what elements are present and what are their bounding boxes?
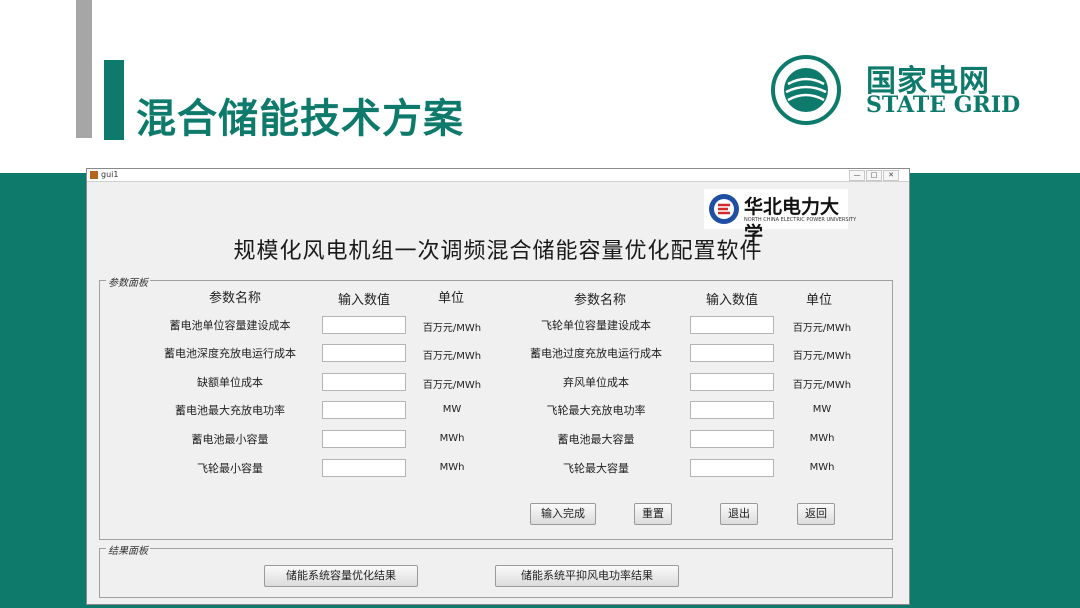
close-button[interactable]: ✕ bbox=[883, 170, 899, 181]
right-param-unit: MW bbox=[812, 404, 832, 415]
right-param-label: 飞轮最大容量 bbox=[563, 462, 629, 475]
right-param-input[interactable] bbox=[690, 344, 774, 362]
right-param-input[interactable] bbox=[690, 401, 774, 419]
maximize-button[interactable]: □ bbox=[866, 170, 882, 181]
right-param-input[interactable] bbox=[690, 316, 774, 334]
result-panel: 结果面板 储能系统容量优化结果 储能系统平抑风电功率结果 bbox=[99, 542, 893, 598]
right-param-input[interactable] bbox=[690, 373, 774, 391]
right-param-input[interactable] bbox=[690, 430, 774, 448]
university-emblem-icon bbox=[709, 194, 739, 224]
left-param-label: 缺额单位成本 bbox=[197, 376, 263, 389]
header-value-right: 输入数值 bbox=[705, 293, 758, 308]
header-param-name-right: 参数名称 bbox=[573, 293, 626, 308]
app-title: 规模化风电机组一次调频混合储能容量优化配置软件 bbox=[233, 239, 763, 264]
exit-button[interactable]: 退出 bbox=[720, 503, 758, 525]
right-param-unit: 百万元/MWh bbox=[792, 351, 852, 362]
teal-accent-bar bbox=[104, 60, 124, 140]
back-button[interactable]: 返回 bbox=[797, 503, 835, 525]
header-value-left: 输入数值 bbox=[337, 293, 390, 308]
left-param-label: 蓄电池最大充放电功率 bbox=[175, 404, 285, 417]
state-grid-logo-icon bbox=[771, 55, 841, 125]
left-param-unit: 百万元/MWh bbox=[422, 351, 482, 362]
left-param-label: 蓄电池最小容量 bbox=[191, 433, 269, 446]
left-param-label: 蓄电池深度充放电运行成本 bbox=[164, 347, 296, 360]
university-logo: 华北电力大学 NORTH CHINA ELECTRIC POWER UNIVER… bbox=[704, 189, 856, 245]
minimize-button[interactable]: — bbox=[849, 170, 865, 181]
header-unit-left: 单位 bbox=[437, 291, 464, 306]
right-param-unit: MWh bbox=[809, 433, 835, 444]
left-param-input[interactable] bbox=[322, 316, 406, 334]
left-param-input[interactable] bbox=[322, 373, 406, 391]
reset-button[interactable]: 重置 bbox=[634, 503, 672, 525]
left-param-label: 飞轮最小容量 bbox=[197, 462, 263, 475]
right-param-label: 飞轮最大充放电功率 bbox=[546, 404, 646, 417]
right-param-input[interactable] bbox=[690, 459, 774, 477]
left-param-unit: MW bbox=[442, 404, 462, 415]
window-title: gui1 bbox=[101, 170, 119, 179]
right-param-label: 弃风单位成本 bbox=[563, 376, 629, 389]
slide-title: 混合储能技术方案 bbox=[136, 96, 464, 142]
state-grid-logo-en: STATE GRID bbox=[866, 92, 1021, 118]
right-param-unit: 百万元/MWh bbox=[792, 380, 852, 391]
smoothing-result-button[interactable]: 储能系统平抑风电功率结果 bbox=[495, 565, 679, 587]
right-param-unit: 百万元/MWh bbox=[792, 323, 852, 334]
result-panel-label: 结果面板 bbox=[106, 542, 150, 557]
left-param-label: 蓄电池单位容量建设成本 bbox=[169, 319, 291, 332]
right-param-label: 飞轮单位容量建设成本 bbox=[541, 319, 651, 332]
window-titlebar[interactable]: gui1 — □ ✕ bbox=[87, 169, 909, 182]
left-param-unit: 百万元/MWh bbox=[422, 380, 482, 391]
left-param-input[interactable] bbox=[322, 344, 406, 362]
header-param-name-left: 参数名称 bbox=[208, 291, 261, 306]
left-param-input[interactable] bbox=[322, 401, 406, 419]
left-param-input[interactable] bbox=[322, 430, 406, 448]
right-param-label: 蓄电池过度充放电运行成本 bbox=[530, 347, 662, 360]
app-window: gui1 — □ ✕ 华北电力大学 NORTH CHINA ELECTRIC P… bbox=[86, 168, 910, 605]
left-param-unit: MWh bbox=[439, 462, 465, 473]
university-name-en: NORTH CHINA ELECTRIC POWER UNIVERSITY bbox=[744, 217, 857, 223]
right-param-unit: MWh bbox=[809, 462, 835, 473]
left-param-input[interactable] bbox=[322, 459, 406, 477]
capacity-result-button[interactable]: 储能系统容量优化结果 bbox=[264, 565, 418, 587]
left-param-unit: MWh bbox=[439, 433, 465, 444]
matlab-icon bbox=[90, 171, 98, 179]
gray-accent-bar bbox=[76, 0, 92, 138]
left-param-unit: 百万元/MWh bbox=[422, 323, 482, 334]
input-done-button[interactable]: 输入完成 bbox=[530, 503, 596, 525]
header-unit-right: 单位 bbox=[805, 293, 832, 308]
param-panel: 参数面板 参数名称 输入数值 单位 参数名称 输入数值 单位 蓄电池单位容量建设… bbox=[99, 274, 893, 540]
right-param-label: 蓄电池最大容量 bbox=[557, 433, 635, 446]
